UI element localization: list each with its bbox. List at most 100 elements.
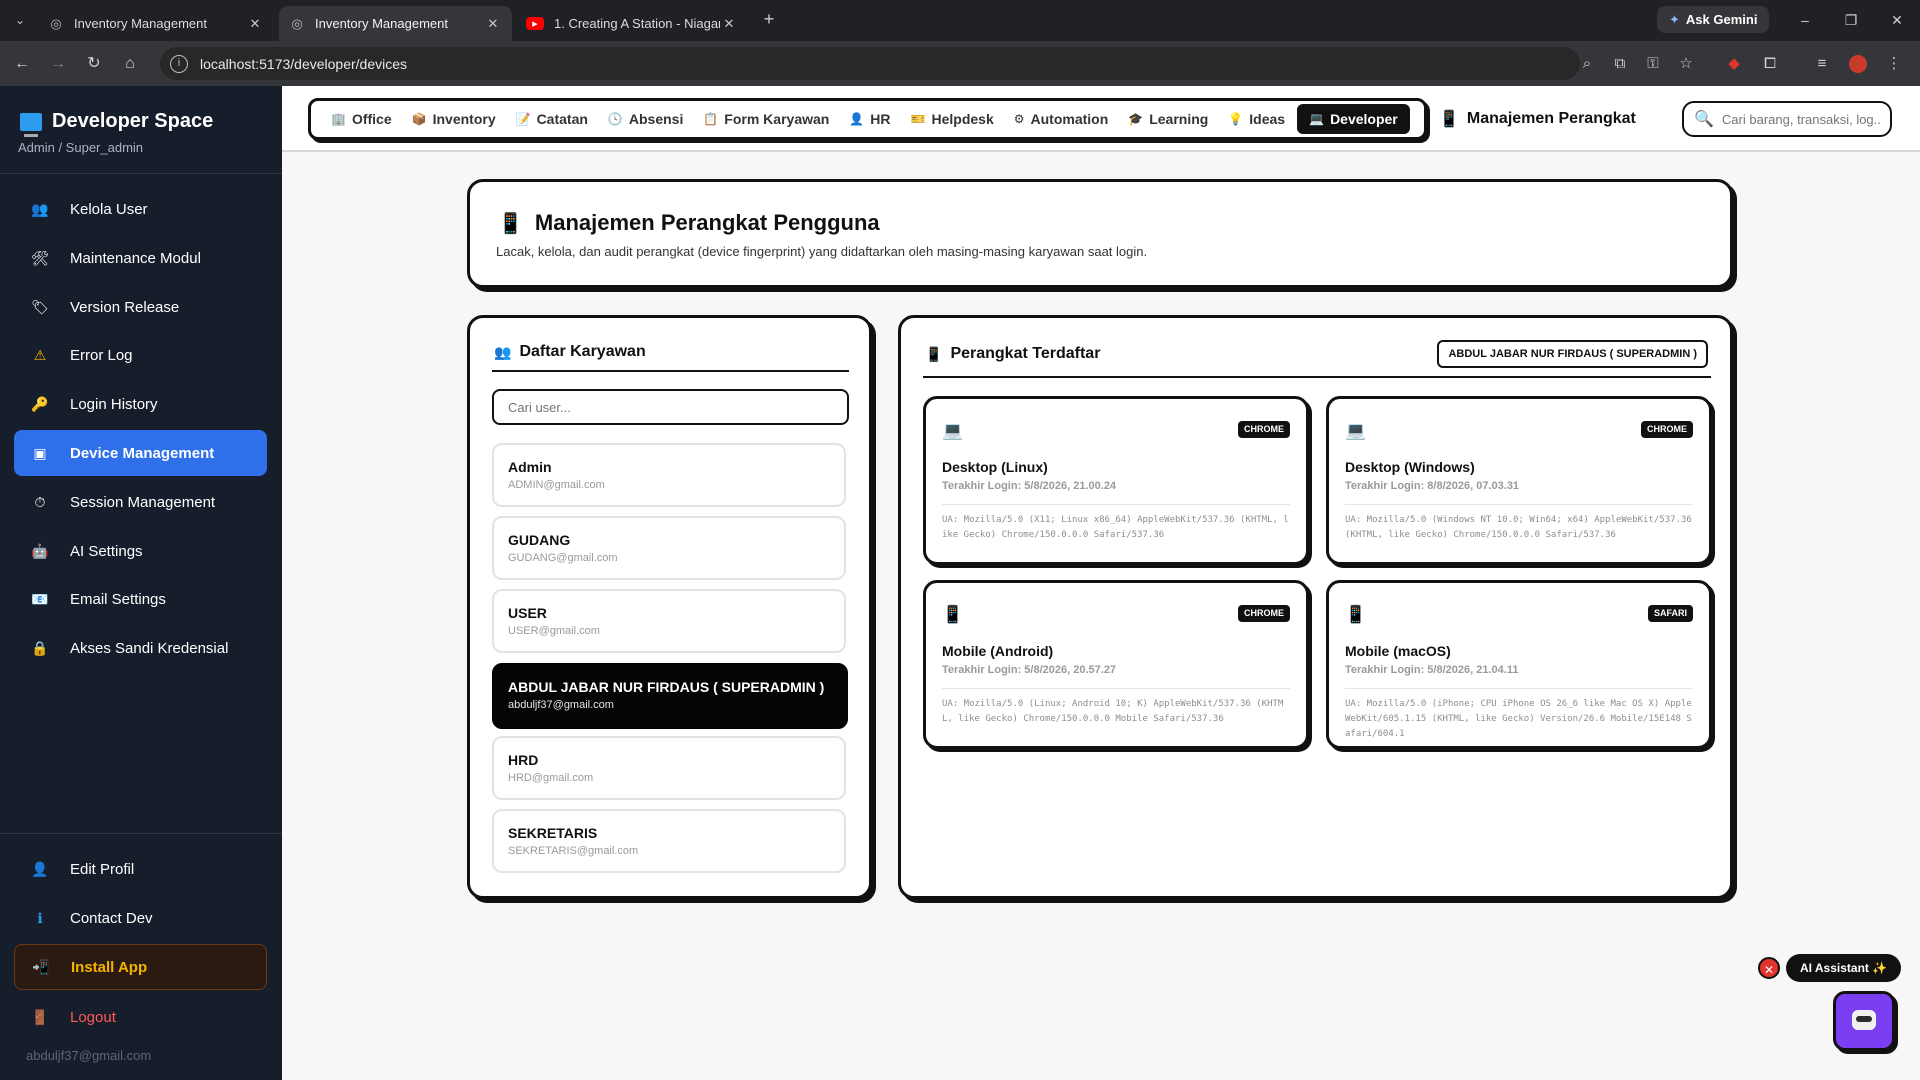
browser-tab-title: Inventory Management [74,16,207,31]
tab-inventory[interactable]: 📦 Inventory [404,104,504,134]
device-card-mobile-android[interactable]: 📱 CHROME Mobile (Android) Terakhir Login… [923,580,1309,749]
browser-badge: CHROME [1641,421,1693,438]
sidebar-item-kelola-user[interactable]: 👥 Kelola User [14,187,267,231]
search-icon: 🔍 [1694,111,1714,128]
global-search[interactable]: 🔍 [1682,101,1892,137]
youtube-icon: ▶ [526,17,544,30]
restore-button[interactable]: ❐ [1839,9,1863,31]
browser-menu-icon[interactable]: ⋮ [1882,52,1906,76]
device-user-agent: UA: Mozilla/5.0 (iPhone; CPU iPhone OS 2… [1345,699,1692,739]
tab-form-karyawan[interactable]: 📋 Form Karyawan [695,104,837,134]
back-button[interactable]: ← [10,52,34,76]
sidebar-item-label: Kelola User [70,200,148,218]
sidebar-item-ai-settings[interactable]: 🤖 AI Settings [14,529,267,573]
tab-learning[interactable]: 🎓 Learning [1120,104,1216,134]
close-icon[interactable]: ✕ [484,16,502,32]
ask-gemini-button[interactable]: ✦ Ask Gemini [1657,6,1770,33]
browser-tab-title: Inventory Management [315,16,448,31]
sidebar-item-device-management[interactable]: ▣ Device Management [14,430,267,476]
user-card-sekretaris[interactable]: SEKRETARIS SEKRETARIS@gmail.com [492,809,846,873]
tab-developer[interactable]: 💻 Developer [1297,104,1410,134]
install-app-button[interactable]: 📲 Install App [14,944,267,990]
ai-assistant-label[interactable]: AI Assistant ✨ [1786,954,1902,982]
password-key-icon[interactable]: ⚿ [1641,52,1665,76]
employee-list-panel: 👥 Daftar Karyawan Admin ADMIN@gmail.com … [467,315,872,899]
user-card-abdul-jabar-selected[interactable]: ABDUL JABAR NUR FIRDAUS ( SUPERADMIN ) a… [492,663,848,729]
tab-office[interactable]: 🏢 Office [323,104,400,134]
sidebar-item-session-management[interactable]: ⏱ Session Management [14,480,267,524]
bookmark-star-icon[interactable]: ☆ [1674,52,1698,76]
tab-hr[interactable]: 👤 HR [841,104,898,134]
user-card-hrd[interactable]: HRD HRD@gmail.com [492,736,846,800]
brand-title: Developer Space [52,110,214,132]
new-tab-button[interactable]: + [758,8,780,30]
browser-tab-1[interactable]: ◎ Inventory Management ✕ [38,6,274,41]
extension-shield-icon[interactable]: ◆ [1722,52,1746,76]
sidebar-item-label: Maintenance Modul [70,249,201,267]
global-search-input[interactable] [1721,111,1882,127]
browser-tab-3[interactable]: ▶ 1. Creating A Station - Niagara ✕ [516,6,748,41]
user-card-admin[interactable]: Admin ADMIN@gmail.com [492,443,846,507]
sidebar-item-error-log[interactable]: ⚠ Error Log [14,333,267,377]
ai-assistant-robot-button[interactable] [1833,991,1895,1051]
close-icon[interactable]: ✕ [246,16,264,32]
sidebar-item-edit-profil[interactable]: 👤 Edit Profil [14,847,267,891]
browser-tab-2[interactable]: ◎ Inventory Management ✕ [279,6,512,41]
home-icon: ⌂ [125,55,135,72]
sidebar-item-login-history[interactable]: 🔑 Login History [14,382,267,426]
home-button[interactable]: ⌂ [118,52,142,76]
tab-label: Helpdesk [931,111,994,127]
device-last-login: Terakhir Login: 5/8/2026, 20.57.27 [942,664,1117,676]
sidebar-item-label: Version Release [70,298,180,316]
media-queue-icon[interactable]: ≡ [1810,52,1834,76]
reload-button[interactable]: ↻ [82,52,106,76]
device-card-desktop-linux[interactable]: 💻 CHROME Desktop (Linux) Terakhir Login:… [923,396,1309,565]
device-card-mobile-macos[interactable]: 📱 SAFARI Mobile (macOS) Terakhir Login: … [1326,580,1712,749]
close-window-button[interactable]: ✕ [1885,9,1909,31]
globe-icon: ◎ [291,15,303,31]
device-card-desktop-windows[interactable]: 💻 CHROME Desktop (Windows) Terakhir Logi… [1326,396,1712,565]
close-icon[interactable]: ✕ [720,16,738,32]
sidebar-divider [0,173,282,174]
email-icon: 📧 [31,590,49,607]
tab-list-button[interactable]: ⌄ [8,9,32,31]
tab-label: Learning [1149,111,1209,127]
zoom-icon[interactable]: ⌕ [1575,52,1599,76]
tab-automation[interactable]: ⚙ Automation [1006,104,1117,134]
sidebar-item-maintenance-modul[interactable]: 🛠 Maintenance Modul [14,236,267,280]
gear-icon: ⚙ [1013,112,1025,126]
browser-toolbar: ← → ↻ ⌂ i localhost:5173/developer/devic… [0,41,1920,86]
minimize-button[interactable]: – [1793,9,1817,31]
tab-label: Developer [1330,111,1398,127]
brand: Developer Space [20,110,214,137]
tab-catatan[interactable]: 📝 Catatan [508,104,596,134]
profile-avatar-icon[interactable] [1846,52,1870,76]
forward-button[interactable]: → [46,52,70,76]
tools-icon: 🛠 [31,249,49,266]
tab-absensi[interactable]: 🕓 Absensi [600,104,691,134]
user-card-user[interactable]: USER USER@gmail.com [492,589,846,653]
extensions-puzzle-icon[interactable]: ⧠ [1758,52,1782,76]
tab-helpdesk[interactable]: 🎫 Helpdesk [903,104,1002,134]
user-email: abduljf37@gmail.com [508,699,614,711]
sidebar-item-email-settings[interactable]: 📧 Email Settings [14,577,267,621]
address-bar[interactable]: i localhost:5173/developer/devices [160,47,1580,80]
user-card-gudang[interactable]: GUDANG GUDANG@gmail.com [492,516,846,580]
device-divider [942,504,1290,505]
sidebar-item-label: Contact Dev [70,909,153,927]
logout-button[interactable]: 🚪 Logout [14,995,267,1039]
user-icon: 👤 [31,860,49,877]
tab-ideas[interactable]: 💡 Ideas [1220,104,1293,134]
user-email: USER@gmail.com [508,625,600,637]
sidebar-item-contact-dev[interactable]: ℹ Contact Dev [14,896,267,940]
close-assistant-button[interactable]: ✕ [1758,957,1780,979]
sidebar-item-akses-sandi-kredensial[interactable]: 🔒 Akses Sandi Kredensial [14,626,267,670]
user-search-input[interactable] [492,389,849,425]
site-info-icon[interactable]: i [170,54,188,73]
tag-icon: 🏷 [31,298,49,315]
phone-icon: 📱 [498,212,523,235]
sidebar-item-version-release[interactable]: 🏷 Version Release [14,285,267,329]
memo-icon: 📝 [515,112,531,126]
install-page-icon[interactable]: ⧉ [1608,52,1632,76]
phone-icon: 📱 [1439,111,1459,128]
